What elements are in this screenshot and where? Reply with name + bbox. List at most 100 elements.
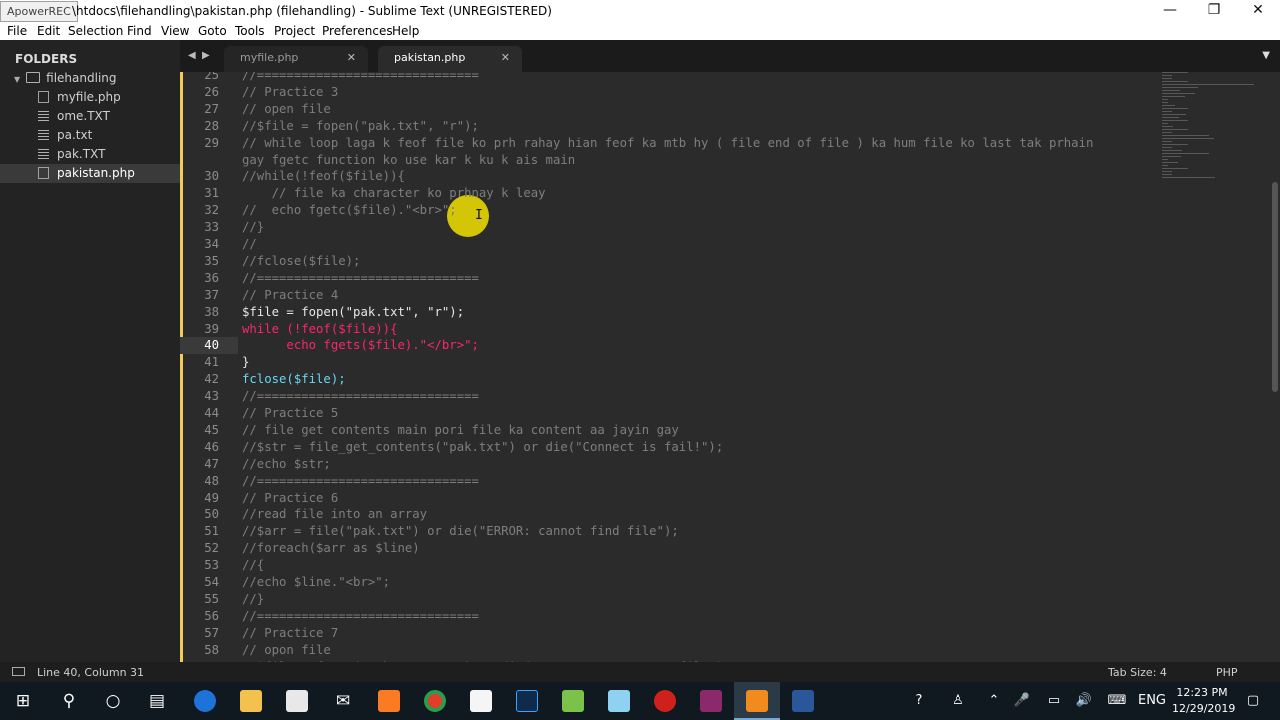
code-line[interactable]: 57 // Practice 7: [180, 625, 1160, 642]
code-line[interactable]: 27 // open file: [180, 101, 1160, 118]
code-line[interactable]: 37 // Practice 4: [180, 287, 1160, 304]
code-line[interactable]: 56 //==============================: [180, 608, 1160, 625]
code-line[interactable]: 25 //==============================: [180, 72, 1160, 84]
tab-size[interactable]: Tab Size: 4: [1108, 666, 1167, 679]
people-icon[interactable]: ♙: [944, 682, 972, 720]
finder-icon[interactable]: [596, 682, 642, 720]
photoshop-icon[interactable]: [504, 682, 550, 720]
menu-tools[interactable]: Tools: [235, 24, 265, 38]
code-line[interactable]: 43 //==============================: [180, 388, 1160, 405]
tab-close-icon[interactable]: ✕: [347, 46, 356, 70]
expand-triangle-icon[interactable]: ▼: [14, 75, 20, 84]
code-line[interactable]: 42 fclose($file);: [180, 371, 1160, 388]
language-indicator[interactable]: ENG: [1136, 682, 1168, 720]
notepad-plus-icon[interactable]: [550, 682, 596, 720]
menu-help[interactable]: Help: [392, 24, 419, 38]
minimize-button[interactable]: —: [1148, 0, 1192, 22]
line-text: //==============================: [242, 270, 479, 285]
mail-icon[interactable]: ✉: [320, 682, 366, 720]
tab-next-icon[interactable]: ▶: [202, 50, 210, 61]
windows-start-icon[interactable]: ⊞: [0, 682, 46, 720]
notifications-icon[interactable]: ▢: [1240, 682, 1266, 720]
code-line[interactable]: 47 //echo $str;: [180, 456, 1160, 473]
code-line[interactable]: 29 // while loop laga k feof file ko prh …: [180, 135, 1160, 152]
sidebar-file-pakistan[interactable]: pakistan.php: [0, 164, 180, 183]
file-explorer-icon[interactable]: [228, 682, 274, 720]
code-line[interactable]: 34 //: [180, 236, 1160, 253]
xampp-icon[interactable]: [366, 682, 412, 720]
code-line[interactable]: 46 //$str = file_get_contents("pak.txt") …: [180, 439, 1160, 456]
sidebar-file-ome[interactable]: ome.TXT: [0, 107, 180, 126]
menu-edit[interactable]: Edit: [37, 24, 60, 38]
code-line[interactable]: 26 // Practice 3: [180, 84, 1160, 101]
code-line[interactable]: 58 // opon file: [180, 642, 1160, 659]
code-line[interactable]: 38 $file = fopen("pak.txt", "r");: [180, 304, 1160, 321]
code-line[interactable]: 33 //}: [180, 219, 1160, 236]
sublime-icon[interactable]: [734, 682, 780, 720]
line-number: 46: [204, 439, 219, 454]
tab-myfile[interactable]: myfile.php ✕: [224, 46, 368, 72]
sidebar-file-pak[interactable]: pak.TXT: [0, 145, 180, 164]
cursor-position[interactable]: Line 40, Column 31: [37, 666, 144, 679]
close-button[interactable]: ✕: [1236, 0, 1280, 22]
menu-project[interactable]: Project: [274, 24, 315, 38]
maximize-button[interactable]: ❐: [1192, 0, 1236, 22]
chevron-up-icon[interactable]: ⌃: [982, 682, 1006, 720]
code-line[interactable]: 41}: [180, 354, 1160, 371]
winrar-icon[interactable]: [688, 682, 734, 720]
panel-toggle-icon[interactable]: [12, 667, 25, 676]
menu-selection[interactable]: Selection: [68, 24, 123, 38]
line-text: $file = fopen("pak.txt", "r");: [242, 304, 465, 319]
keyboard-icon[interactable]: ⌨: [1104, 682, 1130, 720]
tab-pakistan[interactable]: pakistan.php ✕: [378, 46, 522, 72]
store-icon[interactable]: [274, 682, 320, 720]
folder-filehandling[interactable]: ▼ filehandling: [14, 71, 117, 87]
system-clock[interactable]: 12:23 PM 12/29/2019: [1172, 685, 1235, 717]
menu-find[interactable]: Find: [127, 24, 152, 38]
tab-dropdown-icon[interactable]: ▼: [1262, 50, 1270, 61]
microphone-icon[interactable]: 🎤: [1010, 682, 1034, 720]
code-line[interactable]: 32 // echo fgetc($file)."<br>";: [180, 202, 1160, 219]
notepad-icon[interactable]: [458, 682, 504, 720]
code-line[interactable]: 36 //==============================: [180, 270, 1160, 287]
code-line[interactable]: gay fgetc function ko use kar k ku k ais…: [180, 152, 1160, 169]
code-line[interactable]: 49 // Practice 6: [180, 490, 1160, 507]
code-editor[interactable]: I 25//============================== 26//…: [180, 72, 1280, 662]
menu-view[interactable]: View: [161, 24, 189, 38]
code-line[interactable]: 53 //{: [180, 557, 1160, 574]
code-line[interactable]: 35 //fclose($file);: [180, 253, 1160, 270]
recorder-icon[interactable]: [642, 682, 688, 720]
code-line[interactable]: 51 //$arr = file("pak.txt") or die("ERROR…: [180, 523, 1160, 540]
edge-icon[interactable]: [182, 682, 228, 720]
code-line[interactable]: 39 while (!feof($file)){: [180, 321, 1160, 338]
task-view-icon[interactable]: ▤: [134, 682, 180, 720]
code-line[interactable]: 44 // Practice 5: [180, 405, 1160, 422]
code-line[interactable]: 28 //$file = fopen("pak.txt", "r");: [180, 118, 1160, 135]
menu-file[interactable]: File: [7, 24, 27, 38]
code-line[interactable]: 52 //foreach($arr as $line): [180, 540, 1160, 557]
search-icon[interactable]: ⚲: [46, 682, 92, 720]
word-icon[interactable]: [780, 682, 826, 720]
network-icon[interactable]: ▭: [1042, 682, 1066, 720]
sidebar-file-pa[interactable]: pa.txt: [0, 126, 180, 145]
code-line[interactable]: 40 echo fgets($file)."</br>";: [180, 337, 1160, 355]
tab-prev-icon[interactable]: ◀: [188, 50, 196, 61]
code-line[interactable]: 55 //}: [180, 591, 1160, 608]
syntax-mode[interactable]: PHP: [1216, 666, 1238, 679]
code-line[interactable]: 50 //read file into an array: [180, 506, 1160, 523]
editor-scrollbar[interactable]: [1272, 182, 1278, 392]
code-line[interactable]: 48 //==============================: [180, 473, 1160, 490]
minimap[interactable]: [1162, 72, 1272, 212]
sidebar-file-myfile[interactable]: myfile.php: [0, 88, 180, 107]
menu-preferences[interactable]: Preferences: [322, 24, 393, 38]
volume-icon[interactable]: 🔊: [1072, 682, 1096, 720]
code-line[interactable]: 45 // file get contents main pori file ka…: [180, 422, 1160, 439]
cortana-icon[interactable]: ○: [90, 682, 136, 720]
code-line[interactable]: 31 // file ka character ko prhnay k leay: [180, 185, 1160, 202]
code-line[interactable]: 54 //echo $line."<br>";: [180, 574, 1160, 591]
code-line[interactable]: 30 //while(!feof($file)){: [180, 168, 1160, 185]
menu-goto[interactable]: Goto: [198, 24, 227, 38]
tab-close-icon[interactable]: ✕: [501, 46, 510, 70]
help-icon[interactable]: ?: [904, 682, 934, 720]
chrome-icon[interactable]: [412, 682, 458, 720]
